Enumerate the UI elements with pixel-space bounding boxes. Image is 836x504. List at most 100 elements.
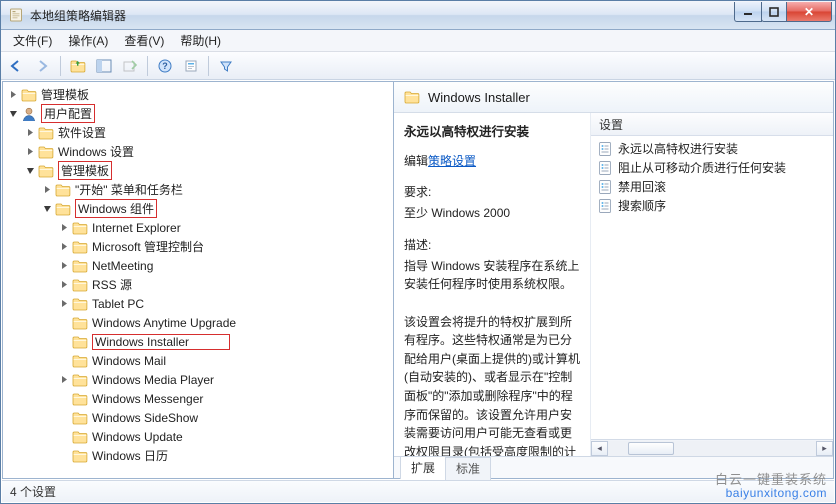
list-item[interactable]: 阻止从可移动介质进行任何安装 [591,158,833,177]
tree-item[interactable]: Windows Messenger [58,389,393,408]
node-label: 管理模板 [58,161,112,180]
tree-item[interactable]: Tablet PC [58,294,393,313]
chevron-right-icon[interactable] [58,222,70,234]
node-label: 用户配置 [41,104,95,123]
list-item-label: 永远以高特权进行安装 [618,140,738,157]
tree-item[interactable]: Microsoft 管理控制台 [58,237,393,256]
chevron-right-icon[interactable] [58,374,70,386]
list-item[interactable]: 搜索顺序 [591,196,833,215]
tree-pane[interactable]: 管理模板 用户配置 软件设置 Windows 设置 管理模板 "开始" 菜单和任… [2,81,394,479]
tree-item[interactable]: Internet Explorer [58,218,393,237]
list-item[interactable]: 禁用回滚 [591,177,833,196]
node-label: Windows 设置 [58,143,134,160]
folder-icon [72,297,88,311]
toolbar: ? [1,52,835,80]
edit-policy-link[interactable]: 策略设置 [428,154,476,168]
app-icon [8,7,24,23]
chevron-right-icon[interactable] [58,298,70,310]
tab-standard[interactable]: 标准 [445,457,491,480]
tab-extended[interactable]: 扩展 [400,456,446,479]
scroll-left-button[interactable]: ◂ [591,441,608,456]
folder-icon [72,411,88,425]
tree-start-taskbar[interactable]: "开始" 菜单和任务栏 [41,180,393,199]
description-body: 指导 Windows 安装程序在系统上安装任何程序时使用系统权限。该设置会将提升… [404,257,582,456]
chevron-right-icon[interactable] [41,184,53,196]
requirement-label: 要求: [404,183,582,202]
properties-button[interactable] [179,55,203,77]
node-label: Windows Mail [92,354,166,368]
chevron-down-icon[interactable] [7,108,19,120]
show-tree-button[interactable] [92,55,116,77]
folder-icon [55,183,71,197]
tree-item[interactable]: Windows Update [58,427,393,446]
menu-help[interactable]: 帮助(H) [174,30,227,51]
chevron-right-icon[interactable] [58,279,70,291]
chevron-right-icon[interactable] [24,127,36,139]
node-label: Windows Update [92,430,183,444]
menu-action[interactable]: 操作(A) [62,30,114,51]
tree-windows-installer[interactable]: Windows Installer [58,332,393,351]
filter-button[interactable] [214,55,238,77]
node-label: NetMeeting [92,259,153,273]
tree-windows-components[interactable]: Windows 组件 [41,199,393,218]
forward-button[interactable] [31,55,55,77]
menu-view[interactable]: 查看(V) [118,30,170,51]
chevron-right-icon[interactable] [7,89,19,101]
minimize-button[interactable] [734,2,762,22]
window-buttons: ✕ [735,2,832,22]
back-button[interactable] [5,55,29,77]
chevron-down-icon[interactable] [24,165,36,177]
menu-file[interactable]: 文件(F) [7,30,58,51]
scroll-right-button[interactable]: ▸ [816,441,833,456]
folder-icon [72,278,88,292]
tree-windows-settings[interactable]: Windows 设置 [24,142,393,161]
up-button[interactable] [66,55,90,77]
list-item-label: 搜索顺序 [618,197,666,214]
requirement-value: 至少 Windows 2000 [404,204,582,223]
column-header-settings[interactable]: 设置 [591,113,833,136]
scroll-track[interactable] [608,441,816,456]
toolbar-sep [147,56,148,76]
tree-admin-templates[interactable]: 管理模板 [7,85,393,104]
chevron-right-icon[interactable] [24,146,36,158]
close-button[interactable]: ✕ [786,2,832,22]
list-item-label: 禁用回滚 [618,178,666,195]
node-label: Windows SideShow [92,411,198,425]
chevron-right-icon[interactable] [58,241,70,253]
scroll-thumb[interactable] [628,442,674,455]
tree-item[interactable]: NetMeeting [58,256,393,275]
help-button[interactable]: ? [153,55,177,77]
folder-icon [72,259,88,273]
chevron-right-icon[interactable] [58,260,70,272]
tree-item[interactable]: Windows Mail [58,351,393,370]
tree-item[interactable]: Windows Media Player [58,370,393,389]
tree-item[interactable]: Windows Anytime Upgrade [58,313,393,332]
content-pane: Windows Installer 永远以高特权进行安装 编辑策略设置 要求: … [394,81,834,479]
tree-item[interactable]: Windows SideShow [58,408,393,427]
node-label: Windows Anytime Upgrade [92,316,236,330]
node-label: Windows Media Player [92,373,214,387]
tree-admin-templates-user[interactable]: 管理模板 [24,161,393,180]
list-item[interactable]: 永远以高特权进行安装 [591,139,833,158]
node-label: RSS 源 [92,276,132,293]
toolbar-sep [60,56,61,76]
description-column: 永远以高特权进行安装 编辑策略设置 要求: 至少 Windows 2000 描述… [394,113,590,456]
chevron-down-icon[interactable] [41,203,53,215]
tree-item[interactable]: Windows 日历 [58,446,393,465]
export-button[interactable] [118,55,142,77]
horizontal-scrollbar[interactable]: ◂ ▸ [591,439,833,456]
content-title: Windows Installer [428,90,530,105]
node-label: Windows 组件 [75,199,157,218]
folder-icon [38,164,54,178]
status-bar: 4 个设置 [2,480,834,502]
policy-icon [597,198,613,214]
maximize-button[interactable] [761,2,787,22]
tree-user-config[interactable]: 用户配置 [7,104,393,123]
folder-icon [38,145,54,159]
tree-software-settings[interactable]: 软件设置 [24,123,393,142]
titlebar[interactable]: 本地组策略编辑器 ✕ [1,1,835,30]
node-label: Windows Messenger [92,392,203,406]
tree-item[interactable]: RSS 源 [58,275,393,294]
folder-icon [72,335,88,349]
folder-icon [72,392,88,406]
